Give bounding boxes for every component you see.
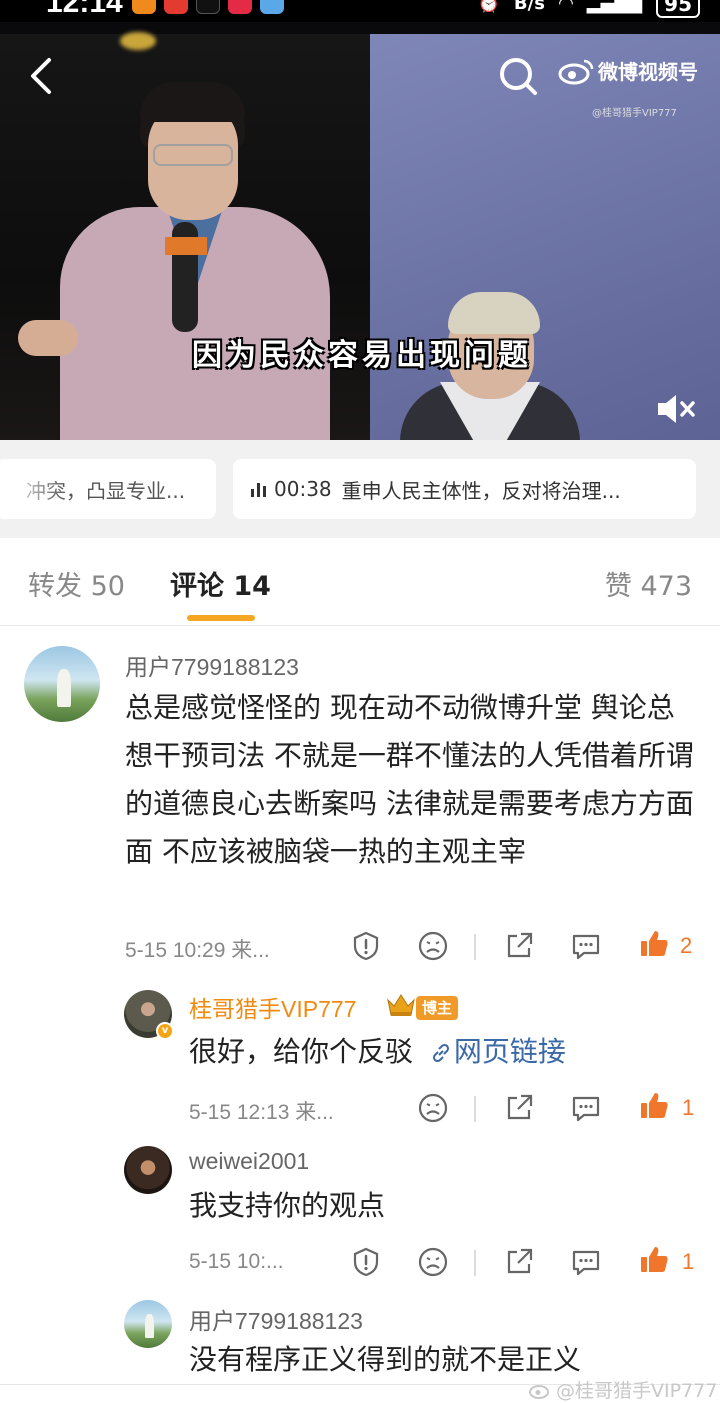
chapter-text: 重申人民主体性，反对将治理... bbox=[341, 478, 621, 503]
post-tabs: 转发 50 评论 14 赞 473 bbox=[0, 540, 720, 626]
reply-button[interactable] bbox=[570, 1092, 602, 1124]
net-speed: B/s bbox=[513, 0, 545, 14]
chapter-chip[interactable]: 冲突，凸显专业... bbox=[0, 459, 216, 519]
wifi-icon: ◠ bbox=[558, 0, 573, 14]
report-button[interactable] bbox=[350, 930, 382, 962]
douyin-app-icon bbox=[196, 0, 220, 14]
action-divider bbox=[474, 1096, 476, 1122]
comment-time: 5-15 10:29 来... bbox=[125, 939, 270, 962]
action-divider bbox=[474, 1250, 476, 1276]
share-icon bbox=[507, 1248, 533, 1274]
weather-app-icon bbox=[260, 0, 284, 14]
video-caption: 因为民众容易出现问题 bbox=[192, 338, 532, 373]
avatar[interactable] bbox=[124, 1300, 172, 1348]
alert-icon bbox=[353, 931, 379, 961]
watermark-text: @桂哥猎手VIP777 bbox=[556, 1380, 718, 1402]
reply-text: 很好，给你个反驳 网页链接 bbox=[189, 1028, 689, 1076]
reply-username[interactable]: weiwei2001 bbox=[189, 1148, 309, 1175]
like-count: 1 bbox=[682, 1249, 695, 1274]
link-icon bbox=[432, 1043, 449, 1063]
battery-indicator: 95 bbox=[656, 0, 700, 18]
video-frame-right bbox=[370, 34, 720, 440]
shopping-app-icon bbox=[228, 0, 252, 14]
share-icon bbox=[507, 1094, 533, 1120]
tab-comments[interactable]: 评论 14 bbox=[170, 564, 271, 603]
like-button[interactable] bbox=[638, 1244, 670, 1276]
like-button[interactable] bbox=[638, 1090, 670, 1122]
host-badge: 博主 bbox=[416, 996, 459, 1020]
back-button[interactable] bbox=[22, 56, 62, 96]
share-button[interactable] bbox=[503, 1092, 535, 1124]
share-button[interactable] bbox=[503, 930, 535, 962]
action-divider bbox=[474, 934, 476, 960]
signal-icon: ▂▄▆█ bbox=[586, 0, 643, 14]
frown-face-icon bbox=[418, 1093, 448, 1123]
mute-button[interactable] bbox=[656, 392, 696, 426]
weibo-app-icon bbox=[164, 0, 188, 14]
frown-face-icon bbox=[418, 1247, 448, 1277]
chevron-left-icon bbox=[31, 58, 51, 94]
status-bar: 12:14 ⏰ B/s ◠ ▂▄▆█ 95 bbox=[0, 0, 720, 22]
share-button[interactable] bbox=[503, 1246, 535, 1278]
notification-app-icon bbox=[132, 0, 156, 14]
avatar[interactable] bbox=[24, 646, 100, 722]
frown-face-icon bbox=[418, 931, 448, 961]
dislike-button[interactable] bbox=[417, 1092, 449, 1124]
crown-vip-icon bbox=[387, 994, 415, 1016]
search-icon bbox=[500, 58, 537, 95]
comment-bubble-icon bbox=[572, 1250, 600, 1276]
reply-time: 5-15 10:... bbox=[189, 1250, 284, 1273]
reply-text-body: 很好，给你个反驳 bbox=[189, 1035, 414, 1068]
tab-repost[interactable]: 转发 50 bbox=[28, 564, 125, 603]
like-count: 1 bbox=[682, 1095, 695, 1120]
comment-username[interactable]: 用户7799188123 bbox=[125, 648, 299, 682]
audio-bars-icon bbox=[251, 481, 266, 497]
chapter-strip: 冲突，凸显专业... 00:38 重申人民主体性，反对将治理... bbox=[0, 440, 720, 538]
video-player[interactable]: 微博视频号 @桂哥猎手VIP777 因为民众容易出现问题 bbox=[0, 22, 720, 440]
reply-time: 5-15 12:13 来... bbox=[189, 1101, 334, 1124]
reply-text: 我支持你的观点 bbox=[189, 1189, 386, 1222]
web-link-text: 网页链接 bbox=[453, 1035, 566, 1068]
thumbs-up-icon bbox=[641, 1093, 668, 1118]
weibo-logo-icon bbox=[558, 59, 594, 84]
reply-button[interactable] bbox=[570, 1246, 602, 1278]
status-right: ⏰ B/s ◠ ▂▄▆█ 95 bbox=[477, 0, 700, 18]
like-button[interactable] bbox=[638, 928, 670, 960]
alert-icon bbox=[353, 1247, 379, 1277]
brand-name: 微博视频号 bbox=[598, 60, 698, 84]
tab-active-indicator bbox=[187, 615, 255, 621]
reply-username[interactable]: 用户7799188123 bbox=[189, 1302, 363, 1336]
report-button[interactable] bbox=[350, 1246, 382, 1278]
reply-username[interactable]: 桂哥猎手VIP777 bbox=[189, 990, 356, 1024]
verified-badge-icon: v bbox=[156, 1022, 174, 1040]
dislike-button[interactable] bbox=[417, 1246, 449, 1278]
tab-likes[interactable]: 赞 473 bbox=[605, 564, 692, 603]
web-link[interactable]: 网页链接 bbox=[422, 1035, 566, 1068]
brand-watermark-sub: @桂哥猎手VIP777 bbox=[592, 108, 677, 119]
comment-text: 总是感觉怪怪的 现在动不动微博升堂 舆论总想干预司法 不就是一群不懂法的人凭借着… bbox=[125, 691, 694, 868]
dislike-button[interactable] bbox=[417, 930, 449, 962]
avatar[interactable] bbox=[124, 1146, 172, 1194]
alarm-icon: ⏰ bbox=[477, 0, 500, 14]
share-icon bbox=[507, 932, 533, 958]
weibo-logo-icon bbox=[529, 1384, 549, 1399]
reply-button[interactable] bbox=[570, 930, 602, 962]
chapter-time: 00:38 bbox=[274, 477, 332, 501]
status-time: 12:14 bbox=[46, 0, 123, 19]
thumbs-up-icon bbox=[641, 1247, 668, 1272]
thumbs-up-icon bbox=[641, 931, 668, 956]
chapter-chip-active[interactable]: 00:38 重申人民主体性，反对将治理... bbox=[233, 459, 696, 519]
weibo-video-brand: 微博视频号 bbox=[558, 56, 698, 85]
watermark: @桂哥猎手VIP777 bbox=[528, 1376, 717, 1403]
stage-light bbox=[120, 32, 156, 50]
comment-bubble-icon bbox=[572, 1096, 600, 1122]
search-button[interactable] bbox=[498, 56, 538, 96]
like-count: 2 bbox=[680, 933, 693, 958]
status-app-icons bbox=[132, 0, 284, 14]
speaker-muted-icon bbox=[658, 395, 695, 423]
comment-bubble-icon bbox=[572, 934, 600, 960]
